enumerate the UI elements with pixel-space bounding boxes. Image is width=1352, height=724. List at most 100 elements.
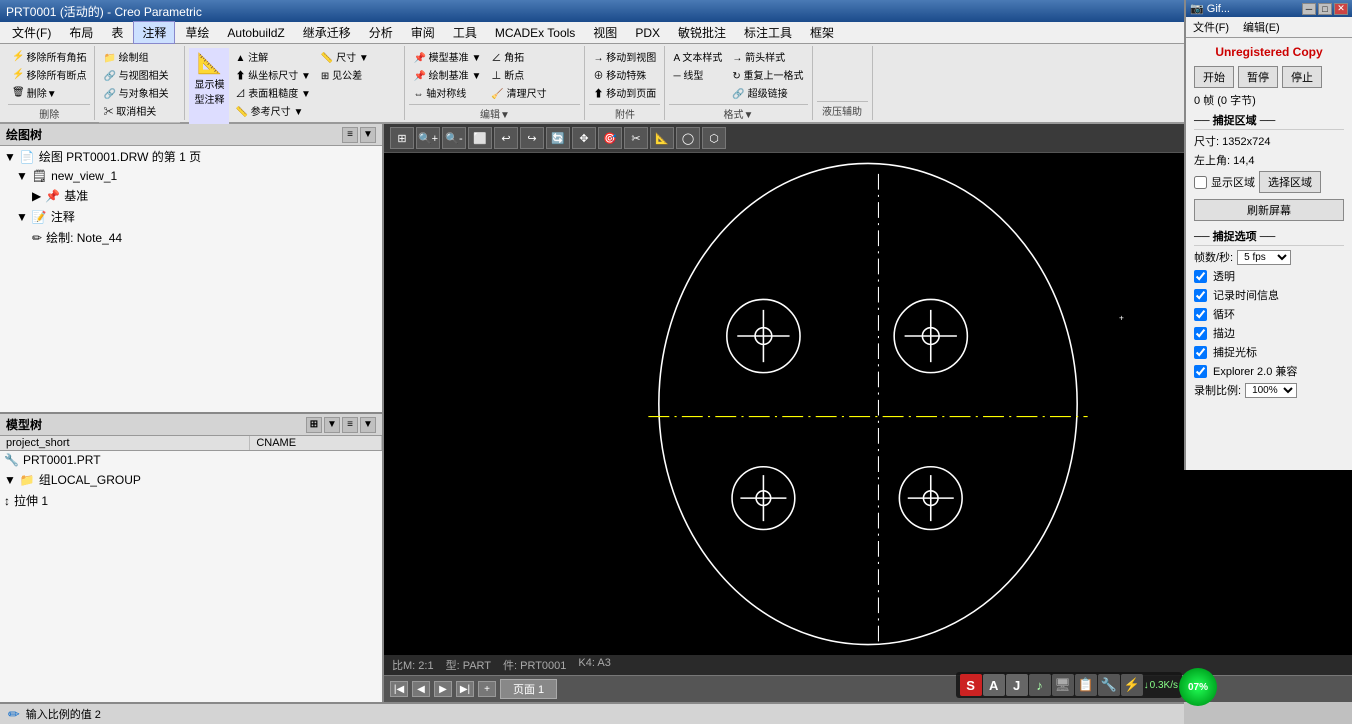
canvas-btn-zoom-in[interactable]: 🔍+ [416, 127, 440, 149]
saj-a-icon[interactable]: A [983, 674, 1005, 696]
canvas-btn-snap[interactable]: 🎯 [598, 127, 622, 149]
ribbon-relate-obj[interactable]: 🔗 与对象相关 [99, 84, 172, 101]
ribbon-repeat-format[interactable]: ↻ 重复上一格式 [728, 66, 807, 83]
canvas-btn-fwd[interactable]: ↪ [520, 127, 544, 149]
ribbon-surface[interactable]: ⊿ 表面粗糙度 ▼ [231, 84, 314, 101]
menu-sketch[interactable]: 草绘 [177, 22, 217, 43]
canvas-btn-zoom-out[interactable]: 🔍- [442, 127, 466, 149]
ribbon-remove-breaks[interactable]: ⚡ 移除所有断点 [8, 66, 90, 83]
ribbon-ordinate[interactable]: ⬆ 纵坐标尺寸 ▼ [231, 66, 314, 83]
ribbon-remove-corners[interactable]: ⚡ 移除所有角拓 [8, 48, 90, 65]
canvas-btn-poly[interactable]: ⬡ [702, 127, 726, 149]
saj-s-icon[interactable]: S [960, 674, 982, 696]
ribbon-model-datum[interactable]: 📌 模型基准 ▼ [409, 48, 485, 65]
nav-add-btn[interactable]: + [478, 681, 496, 697]
menu-mark-tool[interactable]: 标注工具 [736, 22, 800, 43]
tree-item-datum[interactable]: ▶ 📌 基准 [0, 185, 382, 206]
menu-sharp-note[interactable]: 敏锐批注 [670, 22, 734, 43]
gif-cursor-checkbox[interactable] [1194, 346, 1207, 359]
saj-monitor-icon[interactable]: 🖥 [1052, 674, 1074, 696]
canvas-btn-circle[interactable]: ◯ [676, 127, 700, 149]
ribbon-move-to-page[interactable]: ⬆ 移动到页面 [589, 84, 660, 101]
saj-power-icon[interactable]: ⚡ [1121, 674, 1143, 696]
ribbon-break[interactable]: ⊥ 断点 [487, 66, 550, 83]
saj-j-icon[interactable]: J [1006, 674, 1028, 696]
tree-item-drawing[interactable]: ▼ 📄 绘图 PRT0001.DRW 的第 1 页 [0, 146, 382, 167]
canvas-btn-window[interactable]: ⬜ [468, 127, 492, 149]
page-1-tab[interactable]: 页面 1 [500, 679, 557, 699]
gif-ratio-select[interactable]: 100% 75% 50% [1245, 383, 1297, 398]
ribbon-delete[interactable]: 🗑 删除▼ [8, 84, 90, 101]
nav-last-btn[interactable]: ▶| [456, 681, 474, 697]
canvas-btn-pan[interactable]: ✥ [572, 127, 596, 149]
gif-start-btn[interactable]: 开始 [1194, 66, 1234, 88]
gif-menu-edit[interactable]: 编辑(E) [1240, 18, 1283, 36]
ribbon-chamfer[interactable]: ∠ 角拓 [487, 48, 550, 65]
nav-prev-btn[interactable]: ◀ [412, 681, 430, 697]
saj-clipboard-icon[interactable]: 📋 [1075, 674, 1097, 696]
gif-close-btn[interactable]: ✕ [1334, 3, 1348, 15]
canvas-btn-cut[interactable]: ✂ [624, 127, 648, 149]
canvas-btn-measure[interactable]: 📐 [650, 127, 674, 149]
gif-loop-checkbox[interactable] [1194, 308, 1207, 321]
model-tree-settings-icon[interactable]: ≡ [342, 417, 358, 433]
gif-pause-btn[interactable]: 暂停 [1238, 66, 1278, 88]
gif-select-region-btn[interactable]: 选择区域 [1259, 171, 1321, 193]
saj-tool-icon[interactable]: 🔧 [1098, 674, 1120, 696]
menu-pdx[interactable]: PDX [627, 24, 668, 42]
model-item-local-group[interactable]: ▼ 📁 组LOCAL_GROUP [0, 469, 382, 490]
gif-show-region-checkbox[interactable] [1194, 176, 1207, 189]
menu-file[interactable]: 文件(F) [4, 22, 59, 43]
ribbon-text-style[interactable]: A 文本样式 [669, 48, 726, 65]
gif-border-checkbox[interactable] [1194, 327, 1207, 340]
ribbon-clean-dim[interactable]: 🧹 清理尺寸 [487, 84, 550, 101]
ribbon-draw-datum[interactable]: 📌 绘制基准 ▼ [409, 66, 485, 83]
gif-maximize-btn[interactable]: □ [1318, 3, 1332, 15]
ribbon-move-special[interactable]: ⊕ 移动特殊 [589, 66, 660, 83]
model-item-prt0001[interactable]: 🔧 PRT0001.PRT [0, 451, 382, 469]
model-tree-filter-icon[interactable]: ▼ [324, 417, 340, 433]
tree-item-annotations[interactable]: ▼ 📝 注释 [0, 206, 382, 227]
menu-annotation[interactable]: 注释 [133, 21, 175, 44]
menu-analysis[interactable]: 分析 [361, 22, 401, 43]
gif-refresh-btn[interactable]: 刷新屏幕 [1194, 199, 1344, 221]
menu-tools[interactable]: 工具 [445, 22, 485, 43]
drawing-tree-settings-icon[interactable]: ≡ [342, 127, 358, 143]
gif-fps-select[interactable]: 5 fps 10 fps 15 fps 25 fps [1237, 250, 1291, 265]
saj-music-icon[interactable]: ♪ [1029, 674, 1051, 696]
gif-explorer-checkbox[interactable] [1194, 365, 1207, 378]
ribbon-note[interactable]: ▲ 注解 [231, 48, 314, 65]
menu-review[interactable]: 审阅 [403, 22, 443, 43]
gif-minimize-btn[interactable]: ─ [1302, 3, 1316, 15]
gif-transparent-checkbox[interactable] [1194, 270, 1207, 283]
ribbon-move-to-view[interactable]: → 移动到视图 [589, 48, 660, 65]
ribbon-tolerance[interactable]: ⊞ 见公差 [317, 66, 373, 83]
ribbon-axis-sym[interactable]: ⇔ 轴对称线 [409, 84, 485, 101]
ribbon-ref-dim[interactable]: 📏 参考尺寸 ▼ [231, 102, 314, 119]
menu-frame[interactable]: 框架 [802, 22, 842, 43]
canvas-btn-back[interactable]: ↩ [494, 127, 518, 149]
ribbon-cancel-relate[interactable]: ✂ 取消相关 [99, 102, 172, 119]
gif-stop-btn[interactable]: 停止 [1282, 66, 1322, 88]
ribbon-relate-view[interactable]: 🔗 与视图相关 [99, 66, 172, 83]
canvas-btn-fit[interactable]: ⊞ [390, 127, 414, 149]
menu-view[interactable]: 视图 [585, 22, 625, 43]
gif-menu-file[interactable]: 文件(F) [1190, 18, 1232, 36]
drawing-tree-expand-icon[interactable]: ▼ [360, 127, 376, 143]
ribbon-dim[interactable]: 📏 尺寸 ▼ [317, 48, 373, 65]
tree-item-note44[interactable]: ✏ 绘制: Note_44 [0, 227, 382, 248]
ribbon-hyperlink[interactable]: 🔗 超级链接 [728, 84, 807, 101]
ribbon-draw-group[interactable]: 📁 绘制组 [99, 48, 172, 65]
nav-next-btn[interactable]: ▶ [434, 681, 452, 697]
menu-mcadex[interactable]: MCADEx Tools [487, 24, 583, 42]
model-tree-expand-icon[interactable]: ▼ [360, 417, 376, 433]
model-item-extrude1[interactable]: ↕ 拉伸 1 [0, 490, 382, 511]
gif-timestamp-checkbox[interactable] [1194, 289, 1207, 302]
nav-first-btn[interactable]: |◀ [390, 681, 408, 697]
ribbon-arrow-style[interactable]: → 箭头样式 [728, 48, 807, 65]
canvas-btn-rotate[interactable]: 🔄 [546, 127, 570, 149]
menu-inherit[interactable]: 继承迁移 [295, 22, 359, 43]
tree-item-new-view[interactable]: ▼ 🗒 new_view_1 [0, 167, 382, 185]
menu-autobuildz[interactable]: AutobuildZ [219, 24, 292, 42]
ribbon-line-type[interactable]: ─ 线型 [669, 66, 726, 83]
